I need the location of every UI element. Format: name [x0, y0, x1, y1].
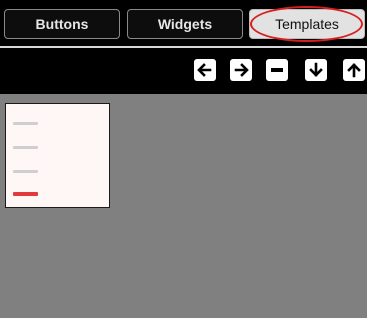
- arrow-left-icon: [197, 63, 212, 77]
- thumbnail-line: [13, 146, 38, 149]
- template-thumbnail[interactable]: [5, 103, 110, 208]
- move-down-button[interactable]: [305, 59, 327, 81]
- remove-button[interactable]: [266, 59, 288, 81]
- arrow-up-icon: [347, 63, 361, 78]
- arrow-down-icon: [309, 62, 323, 77]
- move-right-button[interactable]: [230, 59, 252, 81]
- tab-buttons[interactable]: Buttons: [4, 9, 120, 39]
- thumbnail-line: [13, 122, 38, 125]
- tab-templates[interactable]: Templates: [249, 9, 365, 39]
- move-up-button[interactable]: [343, 59, 365, 81]
- arrow-right-icon: [234, 63, 249, 77]
- tab-widgets[interactable]: Widgets: [127, 9, 243, 39]
- tab-bar: Buttons Widgets Templates: [0, 0, 367, 46]
- thumbnail-line: [13, 170, 38, 173]
- toolbar: [0, 48, 367, 94]
- thumbnail-line-highlighted: [13, 192, 38, 196]
- move-left-button[interactable]: [194, 59, 216, 81]
- minus-icon: [271, 68, 283, 72]
- template-editor: Buttons Widgets Templates: [0, 0, 367, 318]
